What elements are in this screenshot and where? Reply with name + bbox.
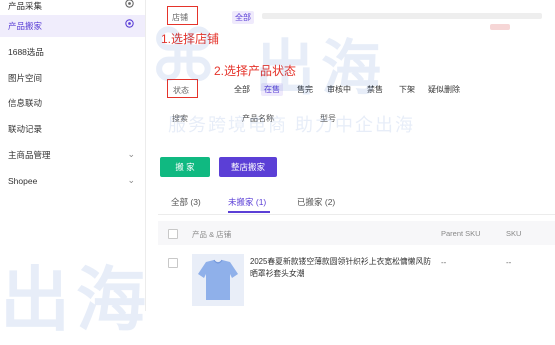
tabs-divider [158, 214, 555, 215]
gear-icon[interactable] [124, 18, 135, 29]
search-field-model[interactable]: 型号 [320, 113, 336, 124]
move-button[interactable]: 搬 家 [160, 157, 210, 177]
search-field-name[interactable]: 产品名称 [242, 113, 274, 124]
sidebar-item-main-product[interactable]: 主商品管理 ⌄ [0, 144, 145, 166]
tab-moved[interactable]: 已搬家 (2) [297, 196, 335, 208]
sidebar-item-label: Shopee [8, 176, 38, 186]
blurred-mark [490, 24, 510, 30]
store-highlight-box [167, 6, 198, 25]
sidebar-item-label: 图片空间 [8, 73, 43, 83]
chevron-down-icon: ⌄ [127, 149, 135, 159]
search-label: 搜索 [172, 114, 188, 123]
header-product-store: 产品 & 店铺 [192, 230, 232, 239]
sidebar-item-1688[interactable]: 1688选品 [0, 41, 145, 63]
select-all-checkbox[interactable] [168, 229, 178, 239]
status-option-sold-out[interactable]: 售完 [297, 84, 313, 95]
step1-annotation: 1.选择店铺 [161, 32, 220, 46]
header-parent-sku: Parent SKU [441, 229, 481, 238]
sidebar-item-shopee[interactable]: Shopee ⌄ [0, 170, 145, 192]
store-move-button[interactable]: 整店搬家 [219, 157, 277, 177]
row-checkbox[interactable] [168, 258, 178, 268]
table-header: 产品 & 店铺 Parent SKU SKU [158, 221, 555, 245]
store-list-blurred [262, 13, 542, 19]
sidebar-item-link-records[interactable]: 联动记录 [0, 118, 145, 140]
sidebar-item-label: 产品搬家 [8, 21, 43, 31]
product-title[interactable]: 2025春夏新款镂空薄款圆领针织衫上衣宽松慵懒风防晒罩衫套头女潮 [250, 256, 432, 280]
tab-not-moved[interactable]: 未搬家 (1) [228, 196, 266, 208]
product-thumbnail[interactable] [192, 254, 244, 306]
status-option-reviewing[interactable]: 审核中 [327, 84, 351, 95]
tab-all[interactable]: 全部 (3) [171, 196, 201, 208]
status-option-delisted[interactable]: 下架 [399, 84, 415, 95]
gear-icon[interactable] [124, 0, 135, 9]
sidebar-item-label: 信息联动 [8, 98, 43, 108]
status-option-all[interactable]: 全部 [234, 84, 250, 95]
status-option-suspect-deleted[interactable]: 疑似删除 [428, 84, 460, 95]
sidebar-item-label: 产品采集 [8, 1, 43, 11]
sidebar-item-label: 主商品管理 [8, 150, 51, 160]
sidebar-item-product-move[interactable]: 产品搬家 [0, 15, 145, 37]
status-option-on-sale[interactable]: 在售 [261, 83, 283, 96]
sku-value: -- [506, 258, 512, 267]
sidebar-item-label: 1688选品 [8, 47, 44, 57]
sidebar-item-info-link[interactable]: 信息联动 [0, 92, 145, 114]
sidebar-item-image-space[interactable]: 图片空间 [0, 67, 145, 89]
header-sku: SKU [506, 229, 522, 238]
step2-annotation: 2.选择产品状态 [214, 64, 297, 78]
parent-sku-value: -- [441, 258, 447, 267]
status-option-banned[interactable]: 禁售 [367, 84, 383, 95]
sidebar-item-label: 联动记录 [8, 124, 43, 134]
watermark-slogan: 服务跨境电商 助力中企出海 [168, 115, 415, 135]
store-option-all[interactable]: 全部 [232, 11, 254, 24]
sidebar: 产品采集 产品搬家 1688选品 图片空间 信息联动 联动记录 主商品管理 ⌄ … [0, 0, 146, 311]
tab-active-indicator [228, 211, 270, 213]
status-highlight-box [167, 79, 198, 98]
chevron-down-icon: ⌄ [127, 175, 135, 185]
